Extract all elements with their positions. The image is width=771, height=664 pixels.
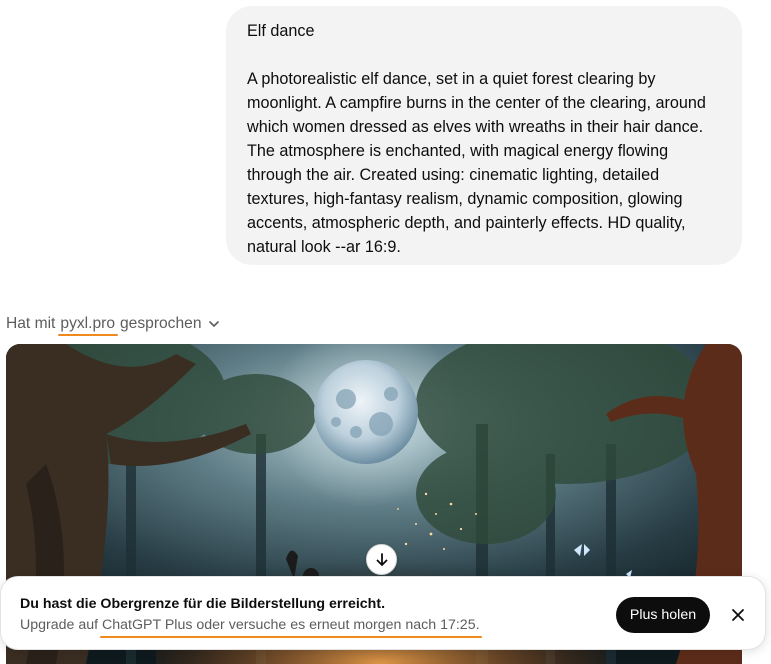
tool-header-prefix: Hat mit (6, 315, 56, 332)
user-message-prompt: A photorealistic elf dance, set in a qui… (247, 70, 706, 256)
gpt-tool-header[interactable]: Hat mit pyxl.pro gesprochen (6, 312, 220, 336)
close-icon (732, 609, 744, 621)
user-message-title: Elf dance (247, 22, 315, 40)
scroll-down-button[interactable] (366, 544, 397, 575)
limit-headline: Du hast die Obergrenze für die Bilderste… (20, 596, 386, 612)
gpt-name-link[interactable]: pyxl.pro (58, 315, 118, 336)
limit-subtext: Upgrade auf ChatGPT Plus oder versuche e… (20, 617, 480, 633)
chat-page: Elf dance A photorealistic elf dance, se… (0, 0, 771, 664)
tool-header-suffix: gesprochen (120, 315, 202, 332)
chatgpt-plus-link[interactable]: ChatGPT Plus oder versuche es erneut mor… (102, 617, 480, 633)
image-limit-banner: Du hast die Obergrenze für die Bilderste… (0, 576, 766, 650)
chevron-down-icon[interactable] (208, 318, 220, 330)
arrow-down-icon (376, 552, 387, 566)
user-message-bubble: Elf dance A photorealistic elf dance, se… (226, 6, 742, 265)
limit-subtext-prefix: Upgrade auf (20, 617, 103, 633)
close-banner-button[interactable] (727, 604, 749, 626)
get-plus-button[interactable]: Plus holen (616, 597, 710, 633)
